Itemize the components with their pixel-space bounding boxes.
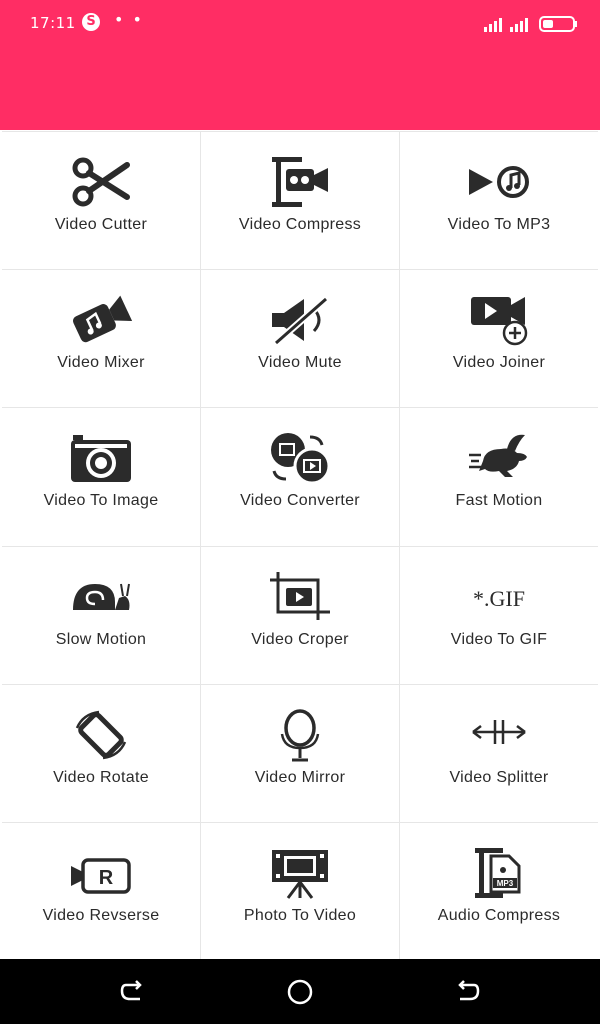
tool-tile-video-mute[interactable]: Video Mute: [201, 270, 399, 408]
tool-tile-fast-motion[interactable]: Fast Motion: [400, 408, 598, 546]
tool-label: Audio Compress: [437, 906, 561, 924]
tool-tile-audio-compress[interactable]: MP3 Audio Compress: [400, 822, 598, 960]
rotate-icon: [67, 707, 135, 763]
tool-label: Video Mixer: [57, 354, 145, 372]
film-tripod-icon: [266, 845, 334, 901]
tool-label: Photo To Video: [243, 906, 357, 924]
tool-label: Video Mirror: [254, 768, 346, 786]
tool-tile-video-to-gif[interactable]: *.GIF Video To GIF: [400, 546, 598, 684]
status-icons: [484, 16, 577, 32]
tool-label: Video Croper: [251, 630, 349, 648]
snail-icon: [67, 569, 135, 625]
gif-icon-text: *.GIF: [473, 586, 525, 611]
tool-label: Video To Image: [43, 492, 159, 510]
tool-tile-video-to-image[interactable]: Video To Image: [2, 408, 200, 546]
tool-tile-video-mixer[interactable]: Video Mixer: [2, 270, 200, 408]
tool-tile-video-joiner[interactable]: Video Joiner: [400, 270, 598, 408]
tool-label: Video Converter: [240, 492, 360, 510]
tool-label: Video Compress: [238, 216, 362, 233]
mute-speaker-icon: [266, 292, 334, 348]
tool-tile-slow-motion[interactable]: Slow Motion: [2, 546, 200, 684]
scissors-icon: [67, 154, 135, 210]
tool-label: Video Splitter: [449, 768, 549, 786]
mirror-icon: [266, 707, 334, 763]
rabbit-icon: [465, 430, 533, 486]
split-arrows-icon: [465, 707, 533, 763]
tool-label: Video Rotate: [53, 768, 149, 786]
reverse-icon-text: R: [99, 867, 114, 889]
video-to-mp3-icon: [465, 154, 533, 210]
camera-icon: [67, 430, 135, 486]
tool-label: Video Cutter: [54, 216, 148, 233]
camera-music-icon: [67, 292, 135, 348]
status-bar: 17:11 S • •: [0, 0, 600, 48]
convert-video-icon: [266, 430, 334, 486]
app-notification-icon: S: [82, 13, 100, 31]
tool-tile-video-rotate[interactable]: Video Rotate: [2, 684, 200, 822]
tool-tile-video-mirror[interactable]: Video Mirror: [201, 684, 399, 822]
tool-label: Video Joiner: [452, 354, 546, 372]
home-icon[interactable]: [285, 977, 315, 1007]
tool-tile-video-compress[interactable]: Video Compress: [201, 132, 399, 270]
tool-tile-video-splitter[interactable]: Video Splitter: [400, 684, 598, 822]
tool-tile-video-converter[interactable]: Video Converter: [201, 408, 399, 546]
video-add-icon: [465, 292, 533, 348]
tool-tile-video-croper[interactable]: Video Croper: [201, 546, 399, 684]
notification-dots: • •: [114, 10, 144, 29]
tool-tile-video-revserse[interactable]: R Video Revserse: [2, 822, 200, 960]
tool-label: Fast Motion: [455, 492, 543, 510]
app-header: [0, 48, 600, 130]
status-time: 17:11: [30, 14, 76, 32]
reverse-camera-icon: R: [67, 845, 135, 901]
gif-icon: *.GIF: [465, 569, 533, 625]
tools-grid: Video Cutter Video Compress Video To MP3: [2, 131, 598, 960]
mp3-icon-text: MP3: [497, 879, 514, 888]
tool-tile-video-to-mp3[interactable]: Video To MP3: [400, 132, 598, 270]
tool-tile-video-cutter[interactable]: Video Cutter: [2, 132, 200, 270]
compress-video-icon: [266, 154, 334, 210]
navigation-bar: [0, 959, 600, 1024]
tool-label: Video To GIF: [450, 630, 548, 648]
tool-label: Video Mute: [258, 354, 342, 372]
tool-label: Slow Motion: [55, 630, 147, 648]
tool-label: Video Revserse: [42, 906, 160, 924]
crop-video-icon: [266, 569, 334, 625]
tool-label: Video To MP3: [447, 216, 551, 233]
recent-apps-icon[interactable]: [118, 977, 148, 1007]
tool-tile-photo-to-video[interactable]: Photo To Video: [201, 822, 399, 960]
back-icon[interactable]: [452, 977, 482, 1007]
compress-audio-icon: MP3: [465, 845, 533, 901]
